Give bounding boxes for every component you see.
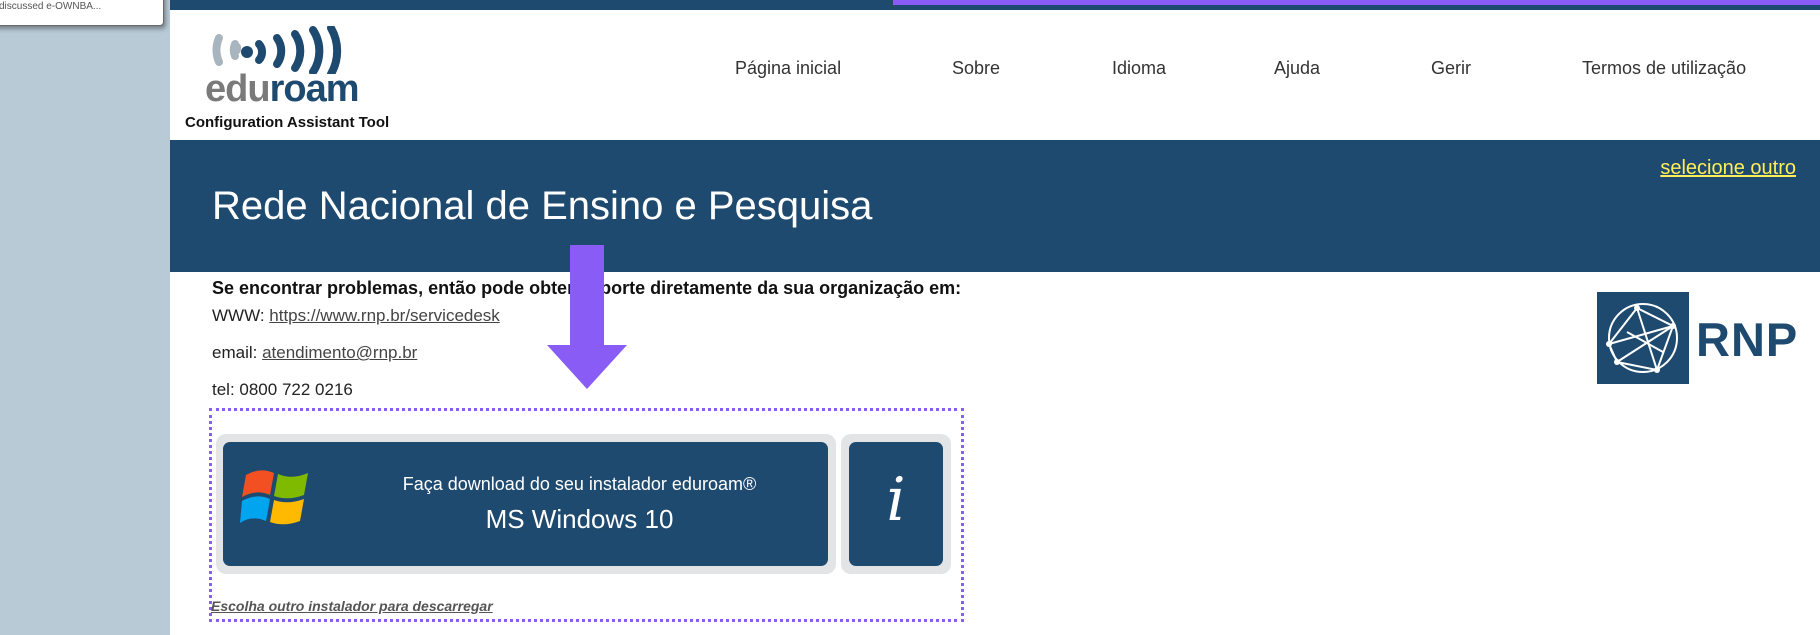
highlight-bar <box>893 0 1820 5</box>
left-margin-strip <box>0 0 170 635</box>
email-link[interactable]: atendimento@rnp.br <box>262 343 417 362</box>
institution-title: Rede Nacional de Ensino e Pesquisa <box>212 184 873 228</box>
tooltip: discussed e-OWNBA... <box>0 0 164 26</box>
download-os-name: MS Windows 10 <box>485 504 674 534</box>
nav-about[interactable]: Sobre <box>952 58 1000 79</box>
rnp-logo: RNP <box>1597 292 1797 385</box>
info-button[interactable]: i <box>849 442 943 566</box>
nav-home[interactable]: Página inicial <box>735 58 841 79</box>
eduroam-wordmark: eduroam <box>205 68 359 110</box>
www-label: WWW: <box>212 306 270 325</box>
institution-banner: Rede Nacional de Ensino e Pesquisa selec… <box>170 140 1820 272</box>
rnp-text: RNP <box>1696 313 1799 366</box>
tool-caption: Configuration Assistant Tool <box>185 114 390 131</box>
contact-phone: tel: 0800 722 0216 <box>212 380 353 399</box>
email-label: email: <box>212 343 263 362</box>
nav-manage[interactable]: Gerir <box>1431 58 1471 79</box>
select-other-link[interactable]: selecione outro <box>1660 157 1796 180</box>
download-installer-button[interactable]: Faça download do seu instalador eduroam®… <box>223 442 828 566</box>
contact-email: email: atendimento@rnp.br <box>212 343 417 363</box>
rnp-network-icon <box>1597 292 1689 384</box>
info-icon: i <box>886 465 906 535</box>
nav-help[interactable]: Ajuda <box>1274 58 1320 79</box>
annotation-arrow-icon <box>547 245 627 389</box>
contact-www: WWW: https://www.rnp.br/servicedesk <box>212 306 500 326</box>
www-link[interactable]: https://www.rnp.br/servicedesk <box>269 306 500 325</box>
other-installer-link[interactable]: Escolha outro instalador para descarrega… <box>211 598 493 614</box>
download-line1: Faça download do seu instalador eduroam® <box>402 474 757 494</box>
eduroam-waves-icon <box>212 26 342 74</box>
nav-terms[interactable]: Termos de utilização <box>1582 58 1746 79</box>
nav-language[interactable]: Idioma <box>1112 58 1166 79</box>
